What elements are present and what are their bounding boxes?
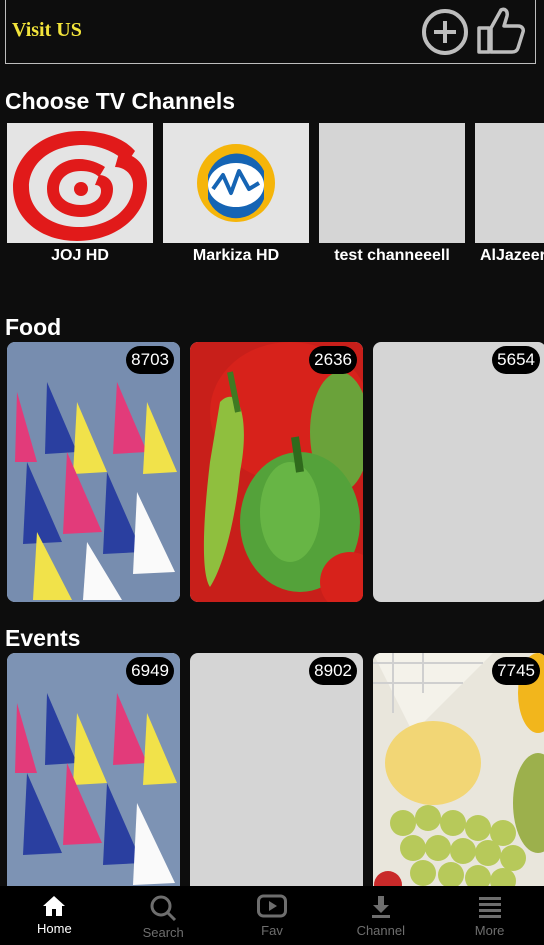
home-icon <box>43 896 66 916</box>
top-banner: Visit US <box>5 0 536 64</box>
nav-label: Channel <box>356 923 405 938</box>
nav-label: Search <box>142 925 184 940</box>
bottom-navigation: Home Search Fav Channel More <box>0 886 544 945</box>
food-card[interactable]: 2636 <box>190 342 363 602</box>
channels-section-title: Choose TV Channels <box>5 88 236 114</box>
nav-home[interactable]: Home <box>0 886 109 945</box>
download-icon <box>371 896 390 918</box>
visit-us-link[interactable]: Visit US <box>12 19 82 42</box>
channel-logo <box>475 123 544 243</box>
channel-name: JOJ HD <box>51 247 109 264</box>
nav-channel[interactable]: Channel <box>326 886 435 945</box>
nav-label: More <box>474 923 505 938</box>
channel-name: Markiza HD <box>192 247 280 264</box>
event-card[interactable]: 6949 <box>7 653 180 893</box>
view-count-badge: 6949 <box>126 657 174 685</box>
search-icon <box>150 895 177 922</box>
channel-item[interactable]: Markiza HD <box>163 123 309 265</box>
nav-search[interactable]: Search <box>109 886 218 945</box>
channel-item[interactable]: JOJ HD <box>7 123 153 265</box>
fruit-image <box>373 653 544 893</box>
like-button[interactable] <box>473 2 529 58</box>
view-count-badge: 5654 <box>492 346 540 374</box>
channel-logo <box>163 123 309 243</box>
channel-logo <box>7 123 153 243</box>
view-count-badge: 2636 <box>309 346 357 374</box>
event-card[interactable]: 7745 <box>373 653 544 893</box>
food-section-title: Food <box>5 314 62 340</box>
event-card[interactable]: 8902 <box>190 653 363 893</box>
play-icon <box>256 894 287 918</box>
add-button[interactable] <box>419 6 471 58</box>
channel-logo <box>319 123 465 243</box>
peppers-image <box>190 342 363 602</box>
events-section-title: Events <box>5 625 81 651</box>
view-count-badge: 8703 <box>126 346 174 374</box>
channel-name: test channeeell <box>334 247 450 264</box>
nav-label: Home <box>37 921 72 936</box>
view-count-badge: 7745 <box>492 657 540 685</box>
food-card[interactable]: 5654 <box>373 342 544 602</box>
channel-item[interactable]: test channeeell <box>319 123 465 265</box>
thumbs-up-icon <box>477 7 525 54</box>
food-card[interactable]: 8703 <box>7 342 180 602</box>
channel-name: AlJazeera <box>480 247 544 264</box>
windsurfing-image <box>7 653 180 893</box>
plus-circle-icon <box>422 9 468 55</box>
windsurfing-image <box>7 342 180 602</box>
nav-fav[interactable]: Fav <box>218 886 327 945</box>
nav-more[interactable]: More <box>435 886 544 945</box>
view-count-badge: 8902 <box>309 657 357 685</box>
channel-item[interactable]: AlJazeera <box>475 123 544 265</box>
nav-label: Fav <box>261 923 283 938</box>
menu-icon <box>478 897 501 918</box>
